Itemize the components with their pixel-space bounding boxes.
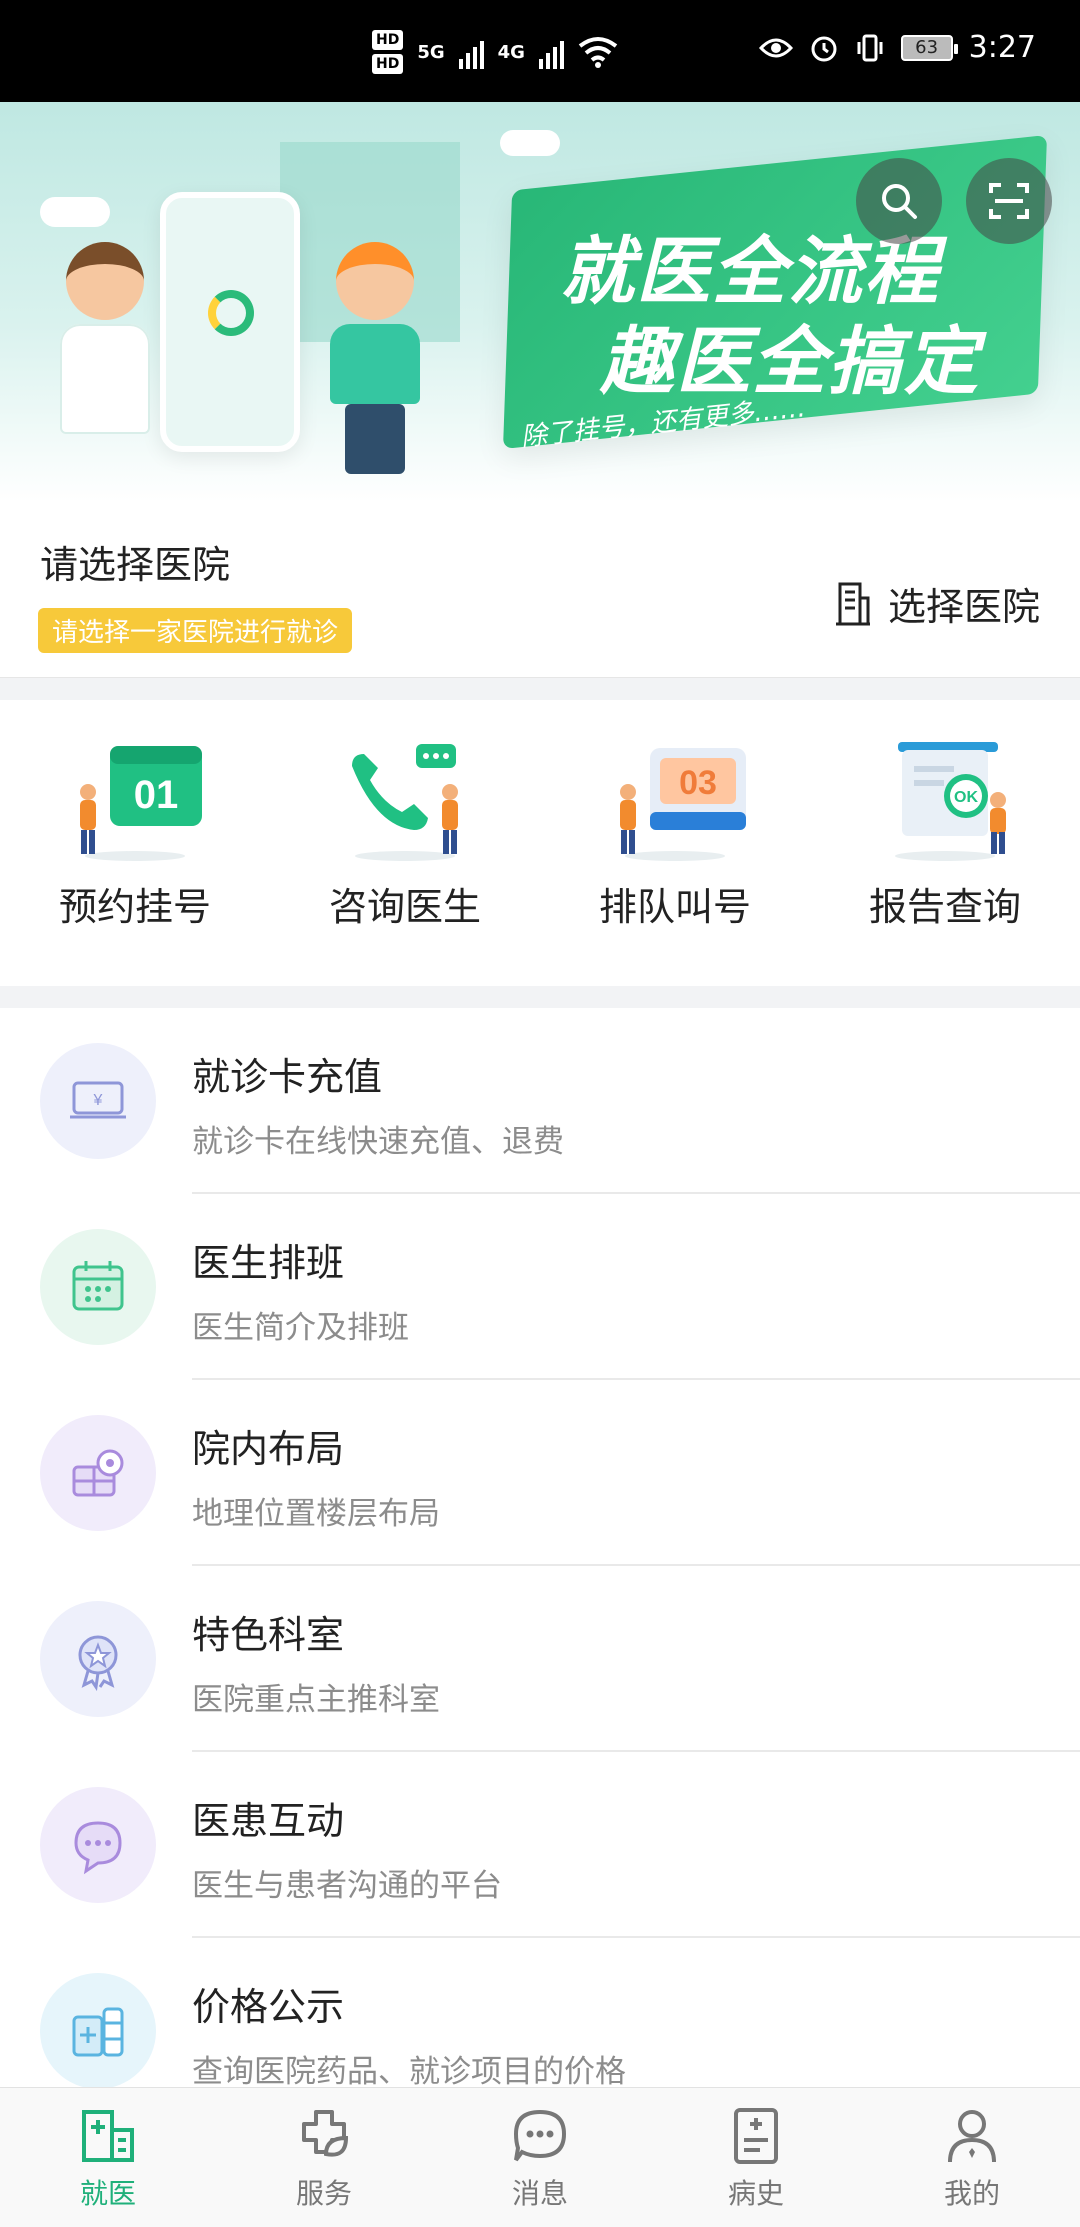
status-right: 63 3:27 (758, 30, 1036, 65)
list-item-subtitle: 就诊卡在线快速充值、退费 (192, 1124, 564, 1160)
quick-label-appointment: 预约挂号 (58, 885, 211, 929)
promo-banner[interactable]: 就医全流程 趣医全搞定 除了挂号，还有更多…… (0, 102, 1080, 502)
hospital-icon (82, 2109, 134, 2162)
battery-level: 63 (915, 37, 939, 58)
nav-tab-history[interactable]: 病史 (648, 2088, 864, 2227)
list-item-hospital-layout[interactable]: 院内布局 地理位置楼层布局 (0, 1380, 1080, 1566)
user-icon (948, 2109, 996, 2162)
list-item-doctor-schedule[interactable]: 医生排班 医生简介及排班 (0, 1194, 1080, 1380)
nav-label-message: 消息 (511, 2176, 568, 2210)
appointment-icon: 01 (80, 746, 202, 861)
list-item-subtitle: 医生与患者沟通的平台 (192, 1868, 502, 1904)
clock-time: 3:27 (968, 30, 1036, 65)
quick-label-queue: 排队叫号 (598, 885, 751, 929)
service-list: ¥ 就诊卡充值 就诊卡在线快速充值、退费 医生排班 医生简介及排班 院内布局 地… (0, 1008, 1080, 2090)
app-logo-icon (208, 290, 254, 336)
report-icon: OK (895, 742, 1006, 861)
queue-icon: 03 (620, 748, 746, 861)
badge-star-icon (40, 1601, 156, 1717)
nav-label-mine: 我的 (943, 2176, 1000, 2210)
alarm-icon (811, 36, 837, 61)
status-bar: HD HD 5G 4G 63 3:27 (0, 0, 1080, 102)
signal-icon-2 (538, 35, 564, 69)
list-item-title: 医生排班 (192, 1241, 345, 1285)
quick-item-report[interactable]: OK 报告查询 (810, 700, 1080, 986)
nav-tab-service[interactable]: 服务 (216, 2088, 432, 2227)
quick-item-appointment[interactable]: 01 预约挂号 (0, 700, 270, 986)
service-icon (302, 2109, 349, 2157)
quick-label-report: 报告查询 (868, 885, 1021, 929)
wifi-icon (578, 37, 618, 68)
net2-label: 4G (497, 41, 525, 63)
nav-label-history: 病史 (727, 2176, 784, 2210)
scan-button[interactable] (966, 158, 1052, 244)
list-item-subtitle: 医生简介及排班 (192, 1310, 409, 1346)
nav-tab-mine[interactable]: 我的 (864, 2088, 1080, 2227)
list-item-subtitle: 查询医院药品、就诊项目的价格 (192, 2054, 626, 2090)
select-hospital-label: 选择医院 (887, 585, 1040, 629)
map-pin-icon (40, 1415, 156, 1531)
svg-text:¥: ¥ (93, 1092, 103, 1109)
hospital-selector-card: 请选择医院 请选择一家医院进行就诊 选择医院 (0, 502, 1080, 678)
building-icon (835, 582, 870, 625)
nav-label-service: 服务 (295, 2176, 352, 2210)
scan-icon (989, 183, 1029, 219)
chat-bubble-icon (40, 1787, 156, 1903)
quick-label-consult: 咨询医生 (328, 885, 481, 929)
quick-item-consult[interactable]: 咨询医生 (270, 700, 540, 986)
eye-icon (758, 38, 793, 57)
calendar-icon (40, 1229, 156, 1345)
medical-record-icon (734, 2107, 778, 2164)
list-item-doctor-patient-chat[interactable]: 医患互动 医生与患者沟通的平台 (0, 1752, 1080, 1938)
message-icon (513, 2109, 567, 2161)
net1-label: 5G (417, 41, 445, 63)
cloud-decoration (500, 130, 560, 156)
report-ok-mark: OK (954, 789, 978, 806)
list-item-title: 特色科室 (192, 1613, 345, 1657)
list-item-title: 院内布局 (192, 1427, 345, 1471)
list-item-subtitle: 医院重点主推科室 (192, 1682, 440, 1718)
search-button[interactable] (856, 158, 942, 244)
card-recharge-icon: ¥ (40, 1043, 156, 1159)
appointment-number: 01 (134, 773, 179, 817)
list-item-featured-department[interactable]: 特色科室 医院重点主推科室 (0, 1566, 1080, 1752)
phone-consult-icon (352, 744, 458, 861)
nav-tab-medical[interactable]: 就医 (0, 2088, 216, 2227)
queue-number: 03 (679, 764, 717, 802)
hospital-hint-badge: 请选择一家医院进行就诊 (38, 608, 353, 653)
nav-tab-message[interactable]: 消息 (432, 2088, 648, 2227)
search-icon (882, 184, 917, 219)
medicine-icon (40, 1973, 156, 2089)
cloud-decoration (40, 197, 110, 227)
list-item-subtitle: 地理位置楼层布局 (192, 1496, 440, 1532)
network-indicators: HD HD 5G 4G (372, 30, 618, 74)
bottom-navigation: 就医 服务 消息 病史 我的 (0, 2087, 1080, 2227)
hd2-badge: HD (372, 54, 404, 74)
nav-label-medical: 就医 (79, 2176, 136, 2210)
vibrate-icon (857, 34, 883, 61)
list-item-title: 价格公示 (192, 1985, 345, 2029)
hospital-title: 请选择医院 (40, 543, 231, 587)
phone-illustration (160, 192, 300, 452)
list-item-title: 医患互动 (192, 1799, 345, 1843)
list-item-title: 就诊卡充值 (192, 1055, 383, 1099)
select-hospital-button[interactable]: 选择医院 (832, 576, 1040, 631)
hd-badges: HD HD (372, 30, 404, 74)
quick-item-queue[interactable]: 03 排队叫号 (540, 700, 810, 986)
list-item-card-recharge[interactable]: ¥ 就诊卡充值 就诊卡在线快速充值、退费 (0, 1008, 1080, 1194)
patient-illustration (330, 242, 420, 474)
quick-actions: 01 预约挂号 咨询医生 03 排队叫号 OK 报告查询 (0, 700, 1080, 986)
signal-icon (458, 35, 484, 69)
hd1-badge: HD (372, 30, 404, 50)
battery-icon: 63 (900, 34, 958, 61)
doctor-illustration (60, 242, 150, 452)
